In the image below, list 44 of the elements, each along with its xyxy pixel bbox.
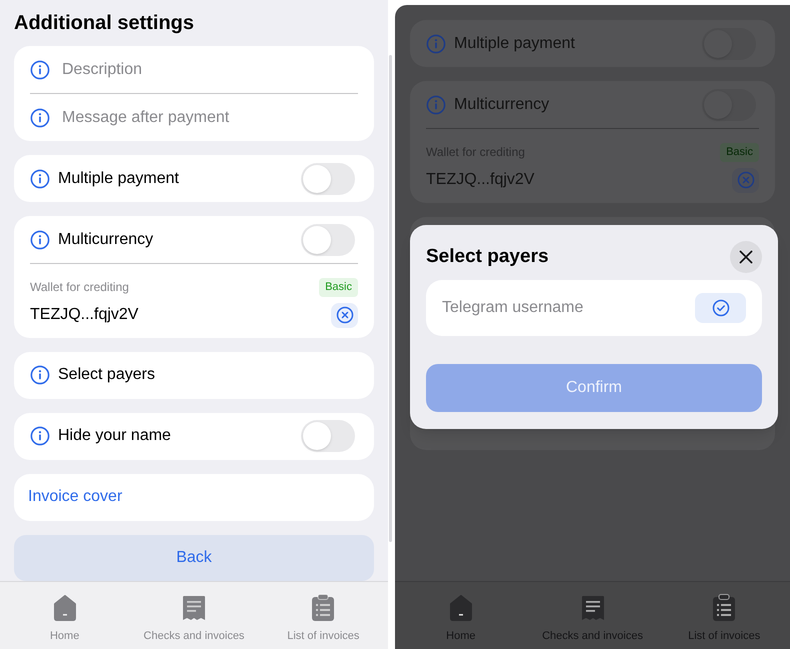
wallet-address: TEZJQ...fqjv2V bbox=[426, 170, 534, 190]
wallet-label: Wallet for crediting bbox=[30, 279, 129, 296]
setting-label: Multicurrency bbox=[454, 94, 550, 114]
info-icon[interactable] bbox=[30, 230, 50, 250]
toggle-switch[interactable] bbox=[301, 162, 355, 194]
setting-label: Multicurrency bbox=[58, 230, 154, 250]
home-icon bbox=[448, 595, 473, 621]
nav-tab[interactable]: List of invoices bbox=[258, 582, 388, 649]
clear-button[interactable] bbox=[331, 302, 358, 328]
close-button[interactable] bbox=[730, 241, 762, 273]
receipt-icon bbox=[580, 595, 604, 621]
text-input[interactable]: Description bbox=[62, 58, 358, 82]
wallet-address: TEZJQ...fqjv2V bbox=[30, 305, 138, 325]
basic-badge: Basic bbox=[319, 278, 358, 296]
setting-label: Hide your name bbox=[58, 426, 172, 446]
nav-tab[interactable]: Home bbox=[0, 582, 130, 649]
info-icon[interactable] bbox=[30, 426, 50, 446]
invoice-cover-link[interactable]: Invoice cover bbox=[28, 485, 122, 509]
screen-title: Additional settings bbox=[14, 11, 195, 36]
nav-tab[interactable]: Checks and invoices bbox=[129, 582, 259, 649]
toggle-switch[interactable] bbox=[301, 224, 355, 256]
clipboard-icon bbox=[311, 594, 336, 622]
close-icon bbox=[739, 250, 753, 264]
back-button[interactable]: Back bbox=[14, 534, 374, 580]
basic-badge: Basic bbox=[720, 143, 759, 162]
clear-icon bbox=[736, 171, 754, 189]
setting-label: Multiple payment bbox=[454, 34, 576, 54]
check-circle-icon bbox=[712, 299, 730, 317]
username-field[interactable]: Telegram username bbox=[442, 296, 695, 320]
info-icon[interactable] bbox=[30, 108, 50, 128]
info-icon[interactable] bbox=[30, 168, 50, 188]
text-input[interactable]: Message after payment bbox=[62, 106, 358, 130]
toggle-switch[interactable] bbox=[301, 420, 355, 452]
modal-title: Select payers bbox=[426, 245, 549, 269]
select-payers-option[interactable]: Select payers bbox=[58, 363, 355, 387]
receipt-icon bbox=[182, 595, 206, 621]
info-icon[interactable] bbox=[30, 60, 50, 80]
info-icon[interactable] bbox=[30, 365, 50, 385]
clear-icon bbox=[336, 306, 354, 324]
clipboard-icon bbox=[712, 594, 736, 622]
input-card[interactable]: Telegram username bbox=[426, 280, 762, 336]
home-icon bbox=[52, 595, 77, 621]
confirm-check-button[interactable] bbox=[695, 293, 746, 323]
setting-label: Multiple payment bbox=[58, 168, 180, 188]
